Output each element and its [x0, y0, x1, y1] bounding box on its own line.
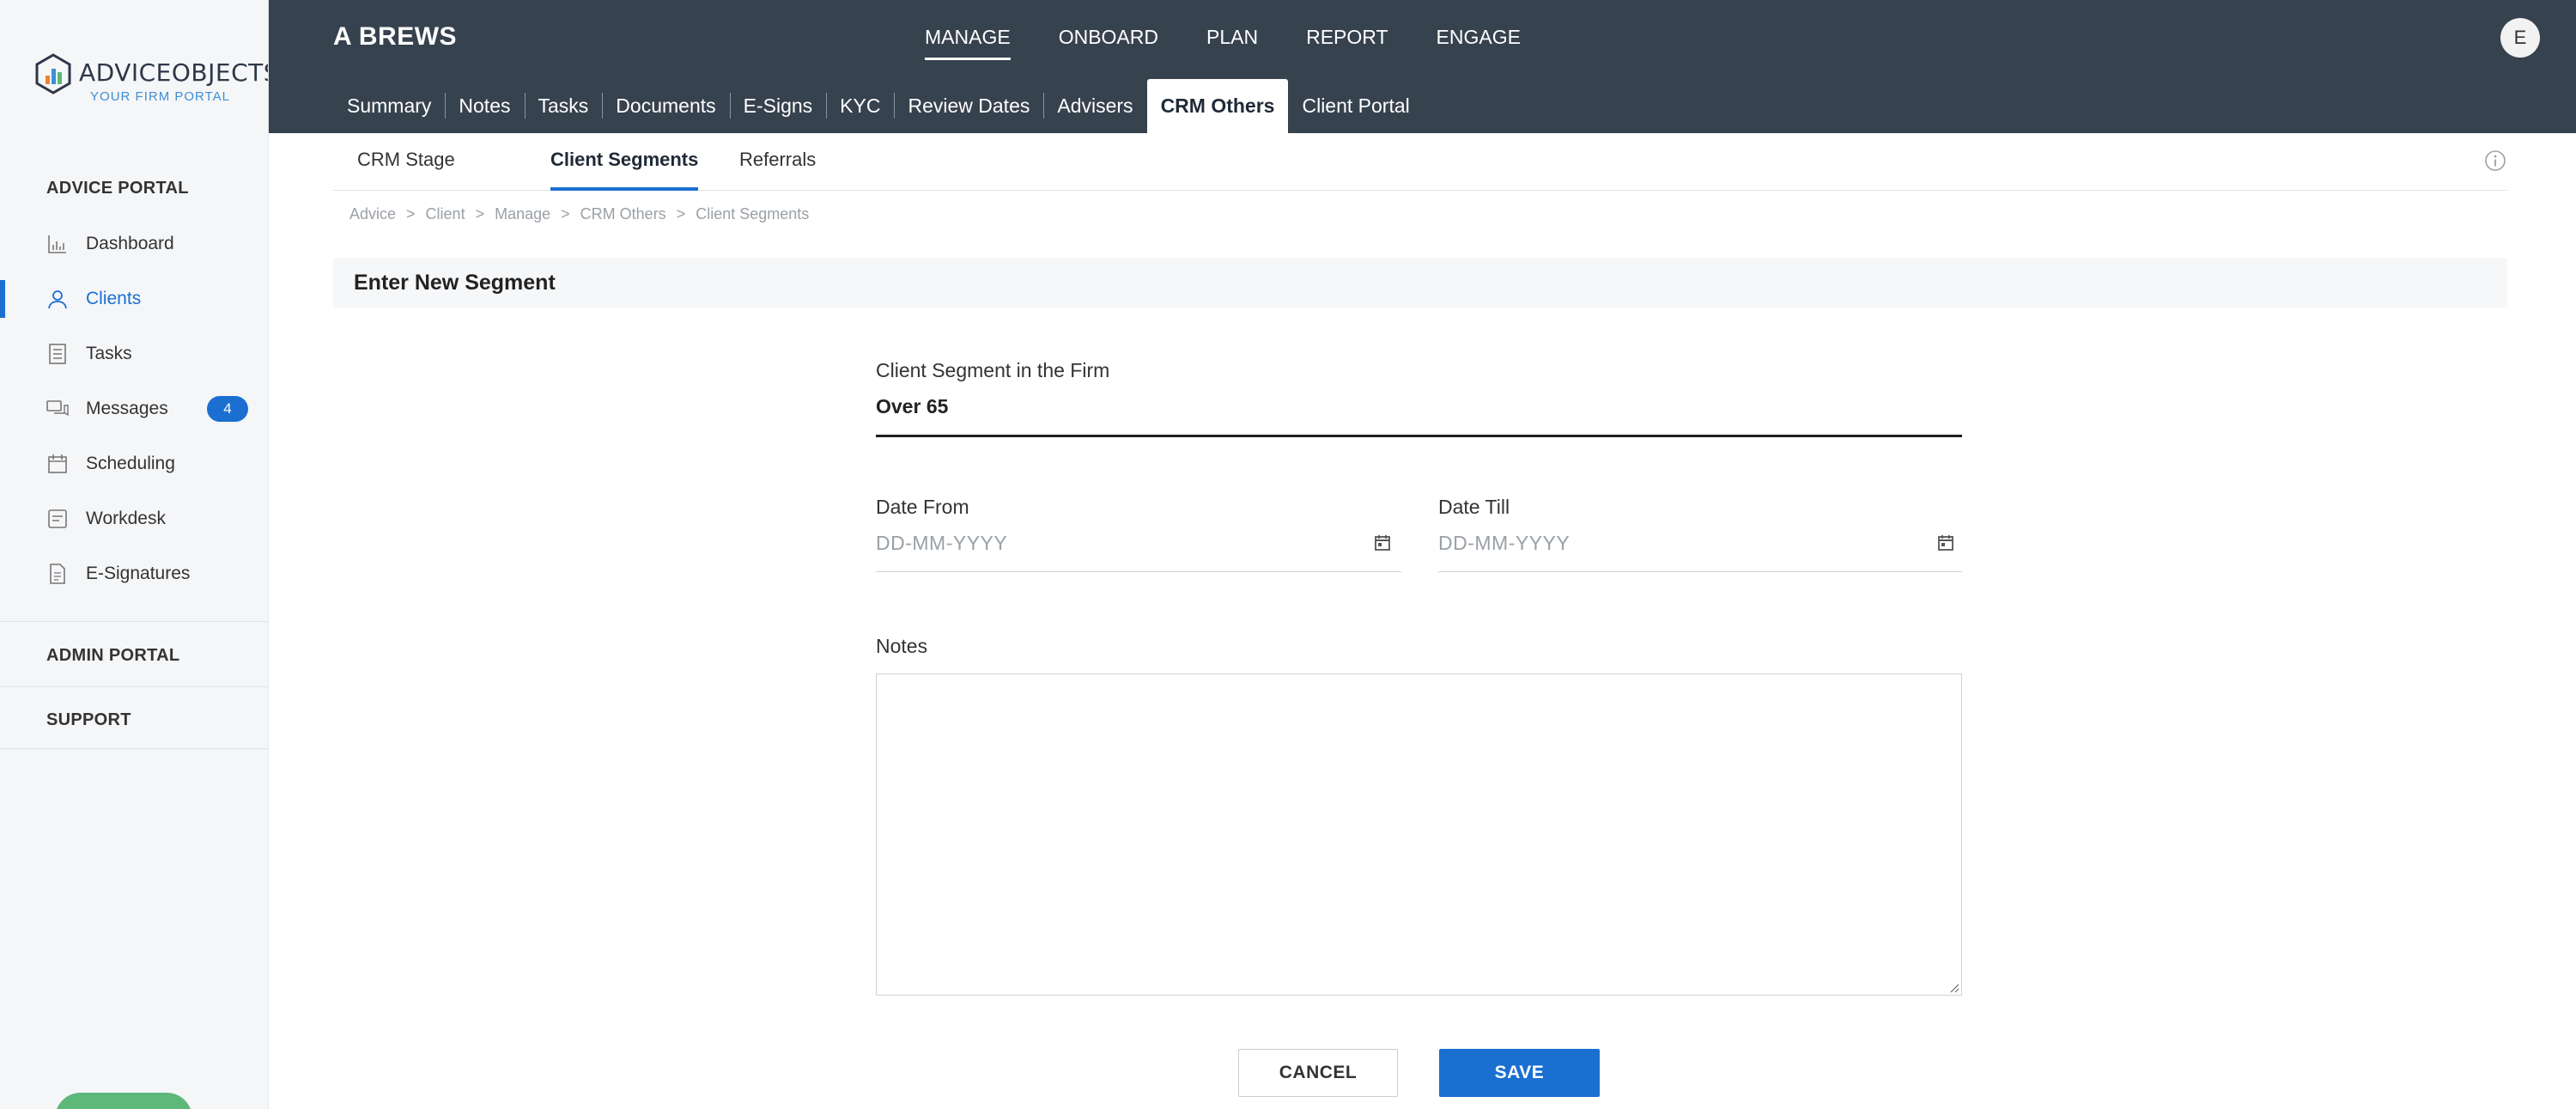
segment-select[interactable]: Over 65 — [876, 395, 948, 418]
topnav-engage[interactable]: ENGAGE — [1437, 26, 1521, 57]
main-content: CRM Stage Client Segments Referrals Advi… — [269, 133, 2576, 1109]
sidebar-item-e-signatures[interactable]: E-Signatures — [0, 550, 268, 598]
date-till-label: Date Till — [1438, 496, 1510, 518]
calendar-icon — [48, 454, 67, 473]
tab-crm-stage[interactable]: CRM Stage — [357, 149, 455, 191]
topnav-manage[interactable]: MANAGE — [925, 26, 1011, 60]
tab-tasks[interactable]: Tasks — [524, 79, 603, 133]
tab-client-segments[interactable]: Client Segments — [550, 149, 699, 191]
sidebar: ADVICEOBJECTS YOUR FIRM PORTAL ADVICE PO… — [0, 0, 269, 1109]
breadcrumb-client-segments: Client Segments — [696, 205, 810, 222]
save-button[interactable]: SAVE — [1439, 1049, 1600, 1097]
tab-notes[interactable]: Notes — [445, 79, 524, 133]
form-header: Enter New Segment — [333, 258, 2507, 308]
tab-advisers[interactable]: Advisers — [1043, 79, 1146, 133]
user-icon — [48, 290, 67, 309]
advice-portal-title[interactable]: ADVICE PORTAL — [46, 179, 189, 198]
sidebar-item-messages[interactable]: Messages 4 — [0, 385, 268, 433]
date-till-underline — [1438, 571, 1962, 572]
breadcrumb-client[interactable]: Client — [426, 205, 465, 223]
tab-e-signs[interactable]: E-Signs — [729, 79, 827, 133]
date-from-underline — [876, 571, 1401, 572]
sidebar-divider — [0, 621, 268, 622]
tab-kyc[interactable]: KYC — [826, 79, 894, 133]
user-avatar[interactable]: E — [2500, 18, 2540, 58]
resize-handle-icon[interactable] — [1947, 981, 1959, 993]
help-chat-button[interactable] — [55, 1093, 192, 1109]
form-title: Enter New Segment — [354, 271, 556, 295]
tab-crm-others[interactable]: CRM Others — [1146, 79, 1289, 133]
workdesk-icon — [48, 509, 67, 528]
brand-name: ADVICEOBJECTS — [79, 58, 269, 87]
logo-mark-icon — [35, 53, 71, 94]
calendar-icon[interactable] — [1936, 533, 1955, 552]
tab-referrals[interactable]: Referrals — [739, 149, 816, 191]
breadcrumb-separator: > — [561, 205, 570, 222]
notes-label: Notes — [876, 635, 928, 657]
sidebar-item-clients[interactable]: Clients — [0, 275, 268, 323]
admin-portal-title[interactable]: ADMIN PORTAL — [46, 646, 179, 666]
breadcrumb: Advice > Client > Manage > CRM Others > … — [349, 205, 819, 223]
segment-underline — [876, 435, 1962, 437]
brand-tagline: YOUR FIRM PORTAL — [90, 89, 230, 104]
tab-client-portal[interactable]: Client Portal — [1288, 79, 1423, 133]
chat-icon — [46, 400, 69, 417]
segment-label: Client Segment in the Firm — [876, 359, 1110, 381]
breadcrumb-manage[interactable]: Manage — [495, 205, 550, 223]
document-icon — [50, 564, 65, 584]
info-icon[interactable] — [2483, 149, 2507, 173]
sidebar-item-label: Tasks — [86, 344, 132, 363]
breadcrumb-advice[interactable]: Advice — [349, 205, 396, 223]
crm-inner-tabs: CRM Stage Client Segments Referrals — [333, 133, 2507, 191]
sidebar-item-label: Workdesk — [86, 509, 166, 528]
sidebar-item-workdesk[interactable]: Workdesk — [0, 495, 268, 543]
client-header: A BREWS MANAGE ONBOARD PLAN REPORT ENGAG… — [269, 0, 2576, 133]
date-till-input[interactable]: DD-MM-YYYY — [1438, 532, 1570, 555]
client-subtabs: Summary Notes Tasks Documents E-Signs KY… — [333, 79, 1424, 133]
date-from-input[interactable]: DD-MM-YYYY — [876, 532, 1007, 555]
sidebar-item-label: Clients — [86, 289, 142, 308]
task-list-icon — [49, 344, 66, 364]
topnav-report[interactable]: REPORT — [1306, 26, 1388, 57]
support-title[interactable]: SUPPORT — [46, 710, 131, 730]
breadcrumb-separator: > — [406, 205, 416, 222]
topnav-plan[interactable]: PLAN — [1206, 26, 1258, 57]
sidebar-divider — [0, 686, 268, 687]
breadcrumb-separator: > — [475, 205, 485, 222]
messages-count-badge: 4 — [207, 396, 248, 422]
tab-documents[interactable]: Documents — [602, 79, 729, 133]
bar-chart-icon — [48, 235, 66, 253]
breadcrumb-crm-others[interactable]: CRM Others — [580, 205, 666, 223]
sidebar-item-label: Scheduling — [86, 454, 175, 473]
notes-textarea[interactable] — [876, 673, 1962, 996]
topnav-onboard[interactable]: ONBOARD — [1059, 26, 1158, 57]
sidebar-item-tasks[interactable]: Tasks — [0, 330, 268, 378]
sidebar-item-label: Dashboard — [86, 234, 174, 253]
sidebar-item-scheduling[interactable]: Scheduling — [0, 440, 268, 488]
breadcrumb-separator: > — [676, 205, 686, 222]
client-name: A BREWS — [333, 22, 458, 51]
tab-review-dates[interactable]: Review Dates — [894, 79, 1043, 133]
brand-logo[interactable]: ADVICEOBJECTS YOUR FIRM PORTAL — [34, 53, 268, 107]
sidebar-item-label: Messages — [86, 399, 168, 418]
sidebar-item-label: E-Signatures — [86, 564, 191, 583]
app-root: ADVICEOBJECTS YOUR FIRM PORTAL ADVICE PO… — [0, 0, 2576, 1109]
date-from-label: Date From — [876, 496, 969, 518]
top-nav: MANAGE ONBOARD PLAN REPORT ENGAGE — [925, 26, 1569, 60]
sidebar-divider — [0, 748, 268, 749]
tab-summary[interactable]: Summary — [333, 79, 445, 133]
sidebar-item-dashboard[interactable]: Dashboard — [0, 220, 268, 268]
cancel-button[interactable]: CANCEL — [1238, 1049, 1398, 1097]
calendar-icon[interactable] — [1373, 533, 1392, 552]
